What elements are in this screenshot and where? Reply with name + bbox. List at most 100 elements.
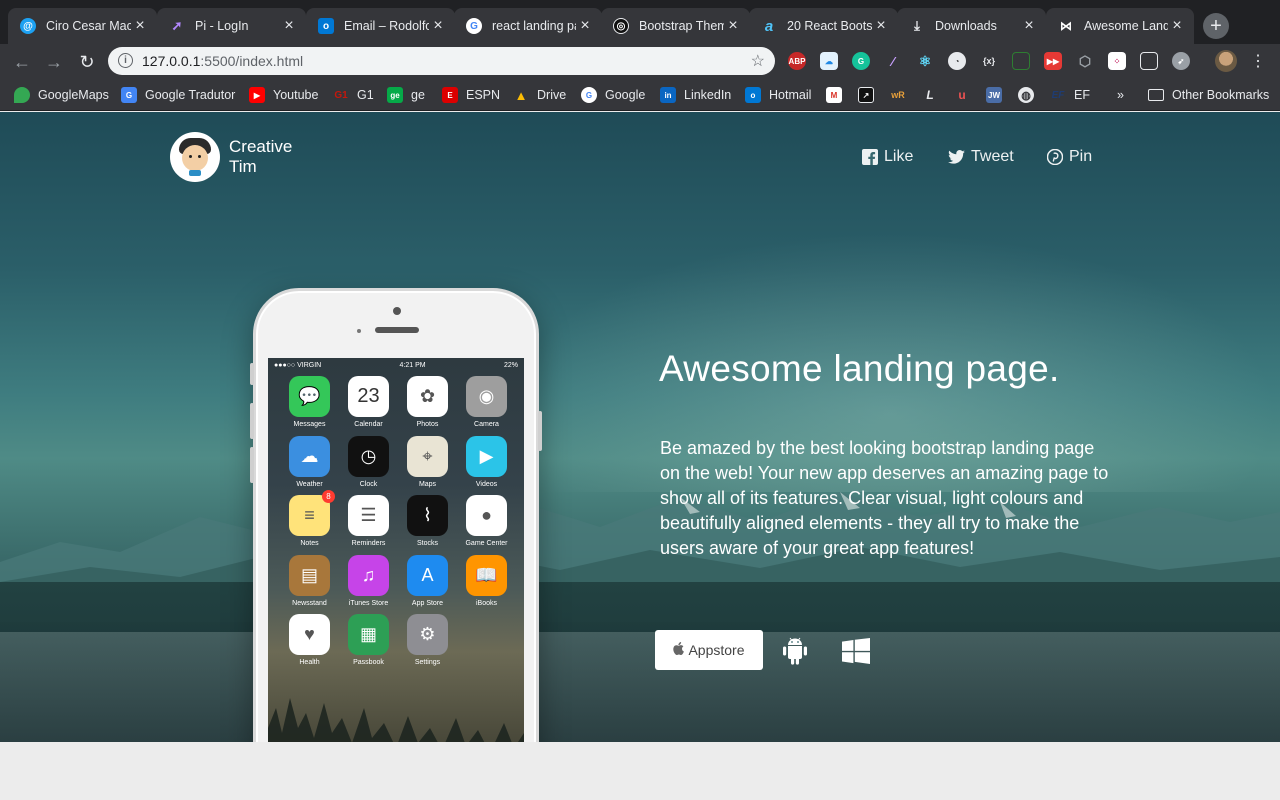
espn-icon: E [442, 87, 458, 103]
drive-icon: ▲ [514, 87, 528, 103]
bookmark-label: ESPN [466, 88, 501, 102]
clock-ext-icon[interactable]: ◔ [948, 52, 966, 70]
other-bookmarks[interactable]: Other Bookmarks [1148, 86, 1269, 104]
phone-app-camera: ◉ Camera [457, 376, 516, 436]
info-icon[interactable]: i [118, 53, 133, 68]
bookmark-dark-app[interactable]: ↗ [858, 86, 882, 104]
bookmark-youtube[interactable]: ▶ Youtube [249, 86, 318, 104]
close-icon[interactable]: × [280, 17, 298, 35]
reload-icon[interactable]: ↻ [75, 50, 99, 74]
bookmark-udemy[interactable]: u [954, 86, 978, 104]
close-icon[interactable]: × [872, 17, 890, 35]
bookmark-espn[interactable]: E ESPN [442, 86, 500, 104]
profile-avatar[interactable] [1215, 50, 1237, 72]
adblock-icon[interactable]: ABP [788, 52, 806, 70]
close-icon[interactable]: × [429, 17, 447, 35]
bookmark-drive[interactable]: ▲ Drive [513, 86, 567, 104]
bookmark-linkedin[interactable]: in LinkedIn [660, 86, 731, 104]
close-icon[interactable]: × [1020, 17, 1038, 35]
grammarly-icon[interactable]: G [852, 52, 870, 70]
app-label: Videos [475, 480, 498, 488]
at-icon: @ [20, 18, 36, 34]
browser-tab-1[interactable]: @ Ciro Cesar Maci × [8, 8, 157, 44]
weather-icon: ☁ [289, 435, 330, 477]
bookmark-hotmail[interactable]: o Hotmail [745, 86, 811, 104]
bookmark-wr[interactable]: wR [890, 86, 914, 104]
address-bar[interactable]: i 127.0.0.1:5500/index.html ☆ [108, 47, 775, 75]
bookmark-script[interactable]: L [922, 86, 946, 104]
bookmarks-overflow-button[interactable]: » [1117, 86, 1124, 104]
arrow-app-icon: ↗ [858, 87, 874, 103]
browser-menu-icon[interactable]: ⋮ [1250, 50, 1266, 72]
browser-tab-2[interactable]: ➚ Pi - LogIn × [157, 8, 306, 44]
browser-tab-6[interactable]: a 20 React Boots × [749, 8, 898, 44]
iphone-mockup: ●●●○○ VIRGIN 4:21 PM 22% 💬 Messages 23 Cale… [250, 288, 542, 742]
linkedin-icon: in [660, 87, 676, 103]
react-devtools-icon[interactable]: ⚛ [916, 52, 934, 70]
messages-icon: 💬 [289, 376, 330, 417]
page-below-fold [0, 742, 1280, 800]
tab-title: Pi - LogIn [195, 19, 249, 33]
browser-tab-active[interactable]: ⋈ Awesome Landi × [1046, 8, 1194, 44]
back-icon[interactable]: ← [10, 50, 34, 74]
phone-app-reminders: ☰ Reminders [339, 495, 398, 555]
phone-app-game-center: ● Game Center [457, 495, 516, 555]
bookmark-globe[interactable]: ◍ [1018, 86, 1042, 104]
app-label: Messages [293, 421, 326, 428]
app-label: Newsstand [292, 599, 327, 607]
twitter-tweet-link[interactable]: Tweet [948, 148, 1014, 166]
browser-tab-4[interactable]: G react landing pa × [454, 8, 602, 44]
pen-icon[interactable]: ⁄ [884, 52, 902, 70]
bookmark-ge[interactable]: ge ge [387, 86, 425, 104]
compass-icon[interactable]: ➶ [1172, 52, 1190, 70]
download-icon: ⤓ [914, 18, 920, 33]
bookmark-googlemaps[interactable]: GoogleMaps [14, 86, 109, 104]
picture-in-picture-icon[interactable] [1140, 52, 1158, 70]
brand[interactable]: Creative Tim [170, 132, 292, 182]
appstore-button[interactable]: Appstore [655, 630, 763, 670]
bookmark-google[interactable]: G Google [581, 86, 645, 104]
dots-grid-icon[interactable]: ⁘ [1108, 52, 1126, 70]
close-icon[interactable]: × [724, 17, 742, 35]
new-tab-button[interactable]: + [1203, 13, 1229, 39]
bow-tie-icon: ⋈ [1060, 19, 1072, 33]
like-label: Like [884, 148, 914, 165]
hero-headline: Awesome landing page. [659, 348, 1060, 389]
close-icon[interactable]: × [131, 17, 149, 35]
screen-icon[interactable] [1012, 52, 1030, 70]
close-icon[interactable]: × [576, 17, 594, 35]
pinterest-pin-link[interactable]: Pin [1047, 148, 1092, 166]
youtube-ext-icon[interactable]: ▶▶ [1044, 52, 1062, 70]
close-icon[interactable]: × [1168, 17, 1186, 35]
bookmark-google-tradutor[interactable]: G Google Tradutor [121, 86, 235, 104]
videos-icon: ▶ [466, 435, 507, 477]
app-label: Camera [474, 421, 499, 428]
json-icon[interactable]: {x} [980, 52, 998, 70]
phone-app-newsstand: ▤ Newsstand [280, 554, 339, 615]
browser-tab-5[interactable]: ◎ Bootstrap Them × [601, 8, 750, 44]
bookmark-g1[interactable]: G1 G1 [333, 86, 373, 104]
app-label: Calendar [354, 421, 383, 428]
bookmark-jw[interactable]: JW [986, 86, 1010, 104]
browser-tab-3[interactable]: o Email – Rodolfo × [306, 8, 455, 44]
hexagon-icon[interactable]: ⬡ [1076, 52, 1094, 70]
bookmark-gmail[interactable]: M [826, 86, 850, 104]
outlook-icon: o [318, 18, 334, 34]
android-icon[interactable] [779, 636, 811, 666]
notification-badge: 8 [322, 490, 335, 503]
facebook-icon [862, 149, 878, 165]
hero-description: Be amazed by the best looking bootstrap … [660, 438, 1109, 558]
bookmark-star-icon[interactable]: ☆ [751, 51, 765, 71]
browser-tab-7[interactable]: ⤓ Downloads × [897, 8, 1046, 44]
tab-title: 20 React Boots [787, 19, 872, 33]
app-label: Settings [414, 659, 441, 666]
bookmark-ef[interactable]: EF EF [1050, 86, 1090, 104]
maps-pin-icon [14, 87, 30, 103]
jw-icon: JW [986, 87, 1002, 103]
cloud-icon[interactable]: ☁ [820, 52, 838, 70]
calendar-icon: 23 [348, 376, 389, 417]
windows-icon[interactable] [840, 636, 872, 666]
bookmark-label: EF [1074, 88, 1090, 102]
facebook-like-link[interactable]: Like [862, 148, 913, 166]
forward-icon[interactable]: → [42, 50, 66, 74]
